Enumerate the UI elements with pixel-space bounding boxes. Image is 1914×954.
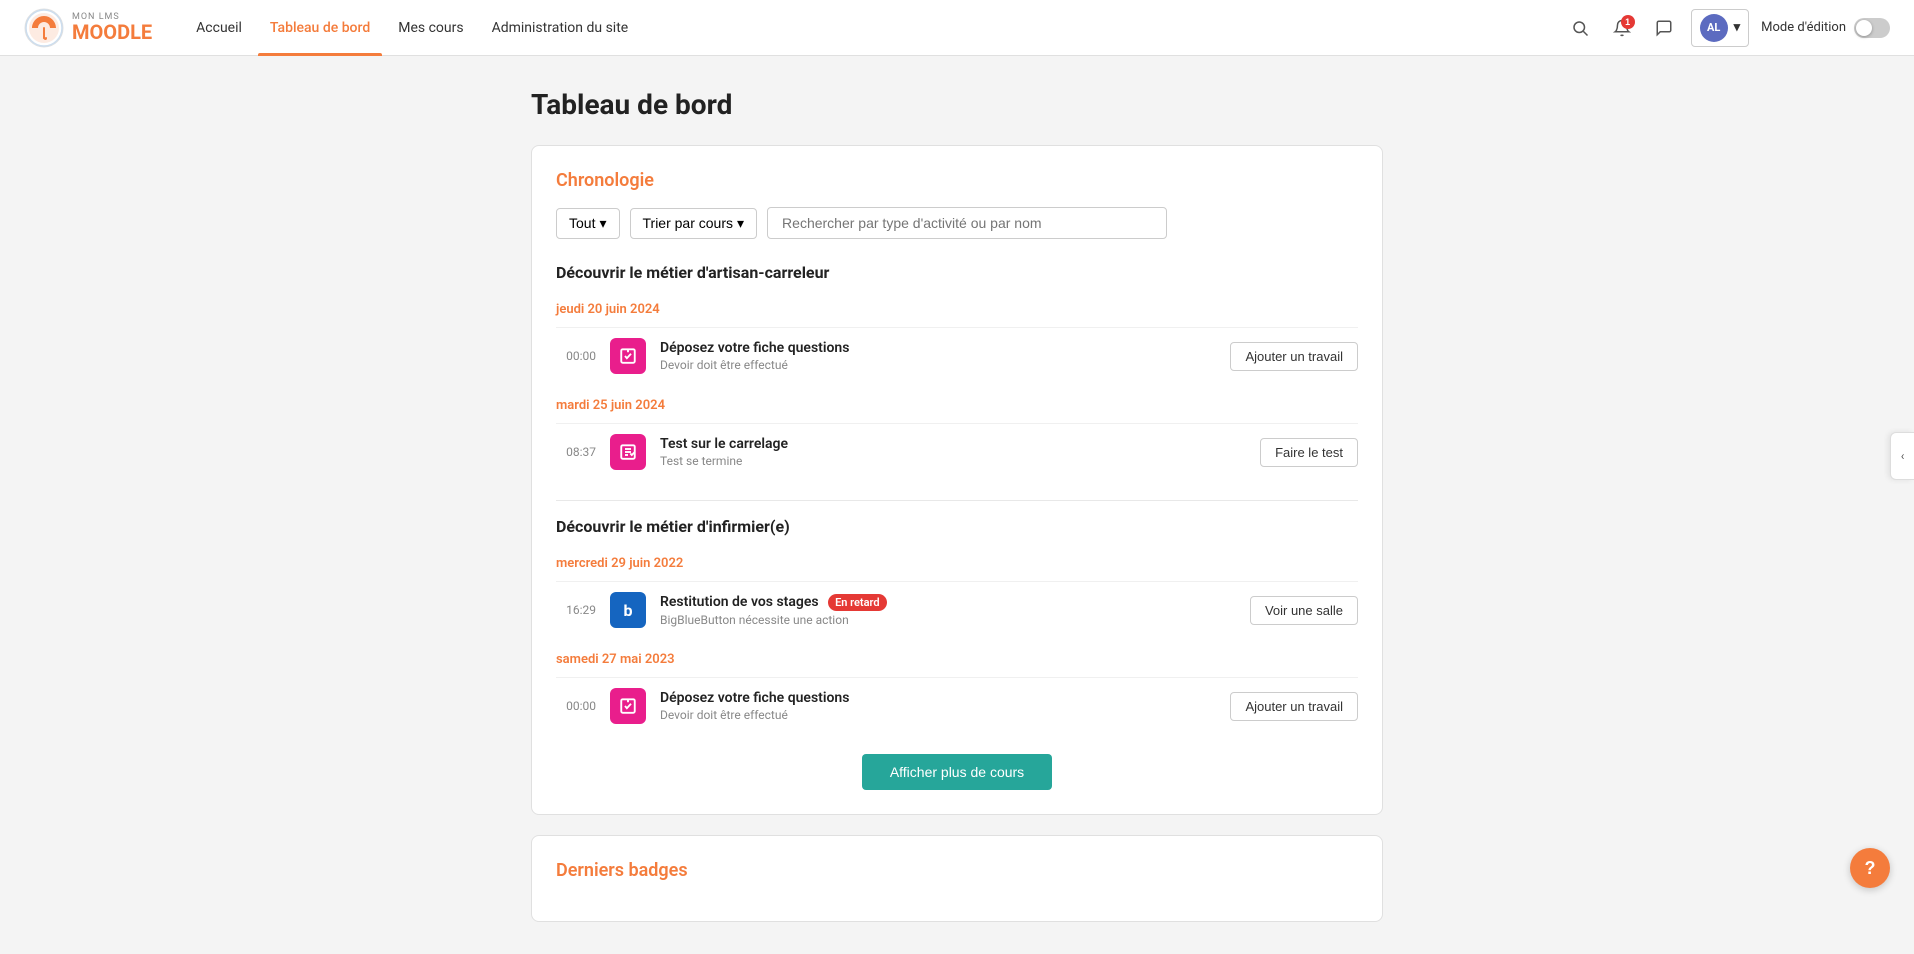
activity-name: Test sur le carrelage (660, 436, 1246, 452)
bigbluebutton-icon: b (610, 592, 646, 628)
nav-item-tableau-de-bord[interactable]: Tableau de bord (258, 0, 382, 56)
activity-time: 08:37 (556, 445, 596, 459)
faire-test-btn[interactable]: Faire le test (1260, 438, 1358, 467)
sidebar-toggle[interactable]: ‹ (1890, 432, 1914, 480)
table-row: 00:00 Déposez votre fiche questions Devo… (556, 327, 1358, 384)
activity-info: Test sur le carrelage Test se termine (660, 436, 1246, 468)
user-avatar: AL (1700, 14, 1728, 42)
table-row: 16:29 b Restitution de vos stages En ret… (556, 581, 1358, 638)
help-button[interactable]: ? (1850, 848, 1890, 888)
course-1-date-1: jeudi 20 juin 2024 (556, 302, 1358, 317)
notifications-button[interactable]: 1 (1607, 13, 1637, 43)
notification-badge: 1 (1621, 15, 1635, 29)
course-divider (556, 500, 1358, 501)
activity-info: Déposez votre fiche questions Devoir doi… (660, 690, 1216, 722)
course-2-date-2: samedi 27 mai 2023 (556, 652, 1358, 667)
course-2-title: Découvrir le métier d'infirmier(e) (556, 517, 1358, 544)
derniers-badges-card: Derniers badges (531, 835, 1383, 922)
activity-action: Ajouter un travail (1230, 692, 1358, 721)
search-input[interactable] (767, 207, 1167, 239)
activity-time: 00:00 (556, 699, 596, 713)
filter-sort-label: Trier par cours (643, 215, 734, 231)
navbar-right: 1 AL ▾ Mode d'édition (1565, 9, 1890, 47)
filter-sort-select[interactable]: Trier par cours ▾ (630, 208, 758, 239)
page-title: Tableau de bord (531, 88, 1383, 121)
main-content: Tableau de bord Chronologie Tout ▾ Trier… (507, 88, 1407, 922)
activity-subtitle: Devoir doit être effectué (660, 708, 1216, 722)
ajouter-travail-btn-1[interactable]: Ajouter un travail (1230, 342, 1358, 371)
activity-subtitle: Devoir doit être effectué (660, 358, 1216, 372)
activity-time: 00:00 (556, 349, 596, 363)
voir-salle-btn[interactable]: Voir une salle (1250, 596, 1358, 625)
brand-logo-link[interactable]: MON LMS MOODLE (24, 8, 152, 48)
activity-info: Restitution de vos stages En retard BigB… (660, 594, 1236, 627)
filters-row: Tout ▾ Trier par cours ▾ (556, 207, 1358, 239)
filter-sort-arrow: ▾ (737, 215, 744, 232)
derniers-badges-title: Derniers badges (556, 860, 1358, 881)
chronologie-card: Chronologie Tout ▾ Trier par cours ▾ Déc… (531, 145, 1383, 815)
navbar: MON LMS MOODLE Accueil Tableau de bord M… (0, 0, 1914, 56)
activity-name: Déposez votre fiche questions (660, 340, 1216, 356)
search-wrapper (767, 207, 1167, 239)
activity-name: Restitution de vos stages En retard (660, 594, 1236, 611)
course-1-title: Découvrir le métier d'artisan-carreleur (556, 263, 1358, 290)
filter-all-arrow: ▾ (599, 215, 606, 232)
ajouter-travail-btn-2[interactable]: Ajouter un travail (1230, 692, 1358, 721)
filter-all-select[interactable]: Tout ▾ (556, 208, 620, 239)
activity-name: Déposez votre fiche questions (660, 690, 1216, 706)
user-menu[interactable]: AL ▾ (1691, 9, 1750, 47)
activity-subtitle: BigBlueButton nécessite une action (660, 613, 1236, 627)
nav-item-mes-cours[interactable]: Mes cours (386, 0, 475, 56)
course-section-1: Découvrir le métier d'artisan-carreleur … (556, 263, 1358, 480)
search-button[interactable] (1565, 13, 1595, 43)
mode-edition-switch[interactable] (1854, 18, 1890, 38)
chronologie-title: Chronologie (556, 170, 1358, 191)
table-row: 08:37 Test sur le carrelage Test se term… (556, 423, 1358, 480)
filter-all-label: Tout (569, 215, 595, 231)
mode-edition-label: Mode d'édition (1761, 20, 1846, 35)
activity-time: 16:29 (556, 603, 596, 617)
course-section-2: Découvrir le métier d'infirmier(e) mercr… (556, 517, 1358, 734)
course-1-date-2: mardi 25 juin 2024 (556, 398, 1358, 413)
quiz-icon (610, 434, 646, 470)
show-more-button[interactable]: Afficher plus de cours (862, 754, 1052, 790)
activity-info: Déposez votre fiche questions Devoir doi… (660, 340, 1216, 372)
brand-bottom-label: MOODLE (72, 22, 152, 42)
nav-item-accueil[interactable]: Accueil (184, 0, 254, 56)
assignment-icon-2 (610, 688, 646, 724)
activity-subtitle: Test se termine (660, 454, 1246, 468)
user-menu-arrow: ▾ (1734, 20, 1741, 35)
activity-action: Voir une salle (1250, 596, 1358, 625)
table-row: 00:00 Déposez votre fiche questions Devo… (556, 677, 1358, 734)
retard-badge: En retard (828, 594, 887, 611)
mode-edition-toggle[interactable]: Mode d'édition (1761, 18, 1890, 38)
show-more-wrapper: Afficher plus de cours (556, 754, 1358, 790)
main-nav: Accueil Tableau de bord Mes cours Admini… (184, 0, 1564, 56)
activity-action: Faire le test (1260, 438, 1358, 467)
assignment-icon (610, 338, 646, 374)
course-2-date-1: mercredi 29 juin 2022 (556, 556, 1358, 571)
messages-button[interactable] (1649, 13, 1679, 43)
activity-action: Ajouter un travail (1230, 342, 1358, 371)
nav-item-administration[interactable]: Administration du site (480, 0, 641, 56)
